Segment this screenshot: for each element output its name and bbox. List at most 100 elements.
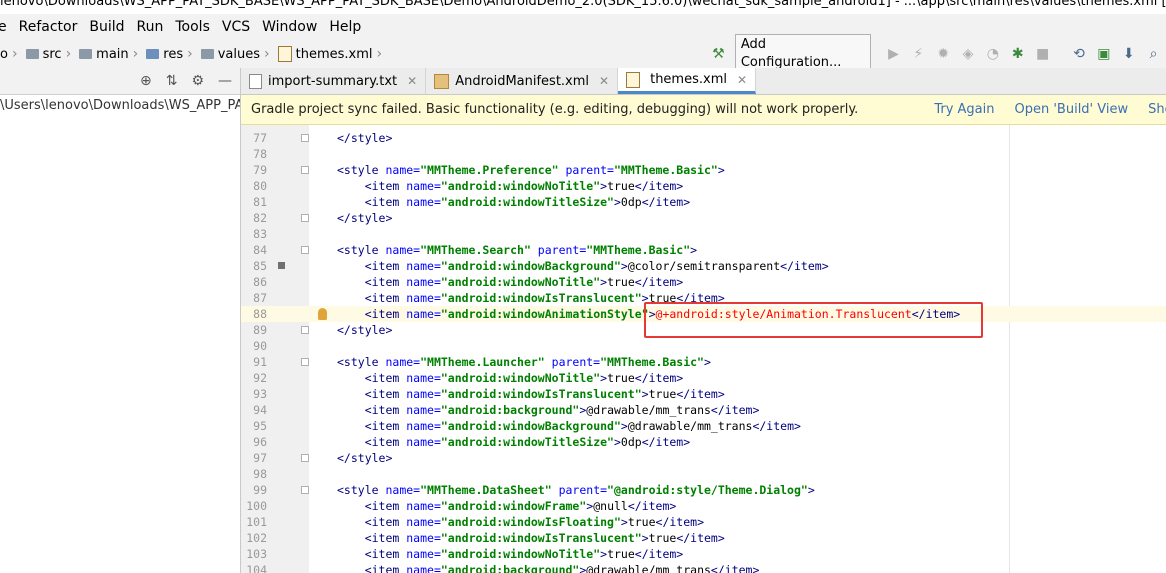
line-number: 80 xyxy=(253,179,267,193)
project-root-path[interactable]: \Users\lenovo\Downloads\WS_APP_PAY_S xyxy=(0,95,240,113)
breadcrumb-themes-xml[interactable]: themes.xml › xyxy=(276,46,388,62)
menu-edit[interactable]: e xyxy=(0,14,13,40)
fold-marker-icon[interactable] xyxy=(301,486,309,494)
attach-debugger-icon[interactable]: ✱ xyxy=(1005,43,1030,65)
try-again-link[interactable]: Try Again xyxy=(934,102,994,117)
breadcrumb-values[interactable]: values › xyxy=(199,46,276,62)
code-line[interactable]: 78 xyxy=(241,146,1166,162)
fold-marker-icon[interactable] xyxy=(301,166,309,174)
line-number: 99 xyxy=(253,483,267,497)
code-line[interactable]: 95 <item name="android:windowBackground"… xyxy=(241,418,1166,434)
code-line[interactable]: 85 <item name="android:windowBackground"… xyxy=(241,258,1166,274)
tab-android-manifest[interactable]: AndroidManifest.xml ✕ xyxy=(426,68,619,94)
code-line[interactable]: 102 <item name="android:windowIsTransluc… xyxy=(241,530,1166,546)
stop-icon[interactable]: ■ xyxy=(1030,43,1055,65)
tab-themes-xml[interactable]: themes.xml ✕ xyxy=(618,68,757,94)
close-icon[interactable]: ✕ xyxy=(599,74,609,88)
line-number: 100 xyxy=(246,499,267,513)
code-token: </item> xyxy=(780,259,829,273)
run-icon[interactable]: ▶ xyxy=(881,43,906,65)
code-line[interactable]: 99 <style name="MMTheme.DataSheet" parent… xyxy=(241,482,1166,498)
code-line[interactable]: 84 <style name="MMTheme.Search" parent="M… xyxy=(241,242,1166,258)
code-line[interactable]: 91 <style name="MMTheme.Launcher" parent=… xyxy=(241,354,1166,370)
fold-marker-icon[interactable] xyxy=(301,134,309,142)
menu-vcs[interactable]: VCS xyxy=(216,14,256,40)
code-line[interactable]: 98 xyxy=(241,466,1166,482)
tab-import-summary[interactable]: import-summary.txt ✕ xyxy=(241,68,427,94)
show-log-link[interactable]: Show Log in Expl xyxy=(1148,102,1166,117)
code-token: "android:windowIsFloating" xyxy=(440,515,621,529)
profile-icon[interactable]: ◔ xyxy=(980,43,1005,65)
breadcrumb-project[interactable]: o › xyxy=(0,46,24,62)
code-line[interactable]: 96 <item name="android:windowTitleSize">… xyxy=(241,434,1166,450)
code-line[interactable]: 100 <item name="android:windowFrame">@nu… xyxy=(241,498,1166,514)
sdk-manager-icon[interactable]: ⬇ xyxy=(1116,43,1141,65)
code-editor[interactable]: 77 </style> 78 79 <style name="MMTheme.Prefe… xyxy=(241,125,1166,573)
code-line[interactable]: 86 <item name="android:windowNoTitle">tr… xyxy=(241,274,1166,290)
gradle-sync-banner: Gradle project sync failed. Basic functi… xyxy=(241,95,1166,125)
fold-marker-icon[interactable] xyxy=(301,454,309,462)
breadcrumb-main[interactable]: main › xyxy=(77,46,144,62)
code-line[interactable]: 92 <item name="android:windowNoTitle">tr… xyxy=(241,370,1166,386)
apply-changes-icon[interactable]: ⚡ xyxy=(906,43,931,65)
code-token: </style> xyxy=(337,323,393,337)
line-number: 103 xyxy=(246,547,267,561)
hide-icon[interactable]: — xyxy=(218,73,232,89)
line-number: 95 xyxy=(253,419,267,433)
fold-marker-icon[interactable] xyxy=(301,214,309,222)
lightbulb-icon[interactable] xyxy=(318,308,327,320)
line-number: 92 xyxy=(253,371,267,385)
fold-marker-icon[interactable] xyxy=(301,246,309,254)
code-token: "android:windowTitleSize" xyxy=(440,195,614,209)
code-line[interactable]: 77 </style> xyxy=(241,130,1166,146)
code-line[interactable]: 97 </style> xyxy=(241,450,1166,466)
menu-refactor[interactable]: Refactor xyxy=(13,14,84,40)
breadcrumb-src[interactable]: src › xyxy=(24,46,78,62)
debug-icon[interactable]: ✹ xyxy=(931,43,956,65)
gear-icon[interactable]: ⚙ xyxy=(191,73,204,89)
code-token: name= xyxy=(406,499,441,513)
code-line[interactable]: 82 </style> xyxy=(241,210,1166,226)
menu-bar: e Refactor Build Run Tools VCS Window He… xyxy=(0,14,1166,40)
collapse-icon[interactable]: ⇅ xyxy=(166,73,178,89)
sync-gradle-icon[interactable]: ⟲ xyxy=(1067,43,1092,65)
code-line[interactable]: 94 <item name="android:background">@draw… xyxy=(241,402,1166,418)
search-everywhere-icon[interactable]: ⌕ xyxy=(1141,43,1166,65)
menu-run[interactable]: Run xyxy=(131,14,170,40)
code-line[interactable]: 103 <item name="android:windowNoTitle">t… xyxy=(241,546,1166,562)
close-icon[interactable]: ✕ xyxy=(737,73,747,87)
code-line[interactable]: 104 <item name="android:background">@dra… xyxy=(241,562,1166,573)
code-token: name= xyxy=(406,547,441,561)
code-line[interactable]: 80 <item name="android:windowNoTitle">tr… xyxy=(241,178,1166,194)
hammer-icon[interactable]: ⚒ xyxy=(706,43,731,65)
breadcrumb-res[interactable]: res › xyxy=(144,46,198,62)
menu-tools[interactable]: Tools xyxy=(169,14,216,40)
code-token: "android:windowIsTranslucent" xyxy=(440,291,642,305)
code-line[interactable]: 81 <item name="android:windowTitleSize">… xyxy=(241,194,1166,210)
code-line[interactable]: 101 <item name="android:windowIsFloating… xyxy=(241,514,1166,530)
code-token: > xyxy=(620,419,628,433)
code-line[interactable]: 79 <style name="MMTheme.Preference" paren… xyxy=(241,162,1166,178)
menu-help[interactable]: Help xyxy=(323,14,367,40)
fold-marker-icon[interactable] xyxy=(301,358,309,366)
line-number: 101 xyxy=(246,515,267,529)
code-line[interactable]: 93 <item name="android:windowIsTransluce… xyxy=(241,386,1166,402)
avd-manager-icon[interactable]: ▣ xyxy=(1091,43,1116,65)
coverage-icon[interactable]: ◈ xyxy=(956,43,981,65)
menu-window[interactable]: Window xyxy=(256,14,323,40)
locate-icon[interactable]: ⊕ xyxy=(140,73,152,89)
close-icon[interactable]: ✕ xyxy=(407,74,417,88)
code-line[interactable]: 90 xyxy=(241,338,1166,354)
code-token: true xyxy=(648,531,677,545)
code-token: "@android:style/Theme.Dialog" xyxy=(607,483,808,497)
code-token: name= xyxy=(406,291,441,305)
code-text: </style> xyxy=(337,210,392,226)
menu-build[interactable]: Build xyxy=(83,14,130,40)
code-token: "MMTheme.DataSheet" xyxy=(420,483,552,497)
code-token: name= xyxy=(406,531,441,545)
chevron-right-icon: › xyxy=(132,46,139,62)
open-build-view-link[interactable]: Open 'Build' View xyxy=(1015,102,1129,117)
code-line[interactable]: 83 xyxy=(241,226,1166,242)
fold-marker-icon[interactable] xyxy=(301,326,309,334)
